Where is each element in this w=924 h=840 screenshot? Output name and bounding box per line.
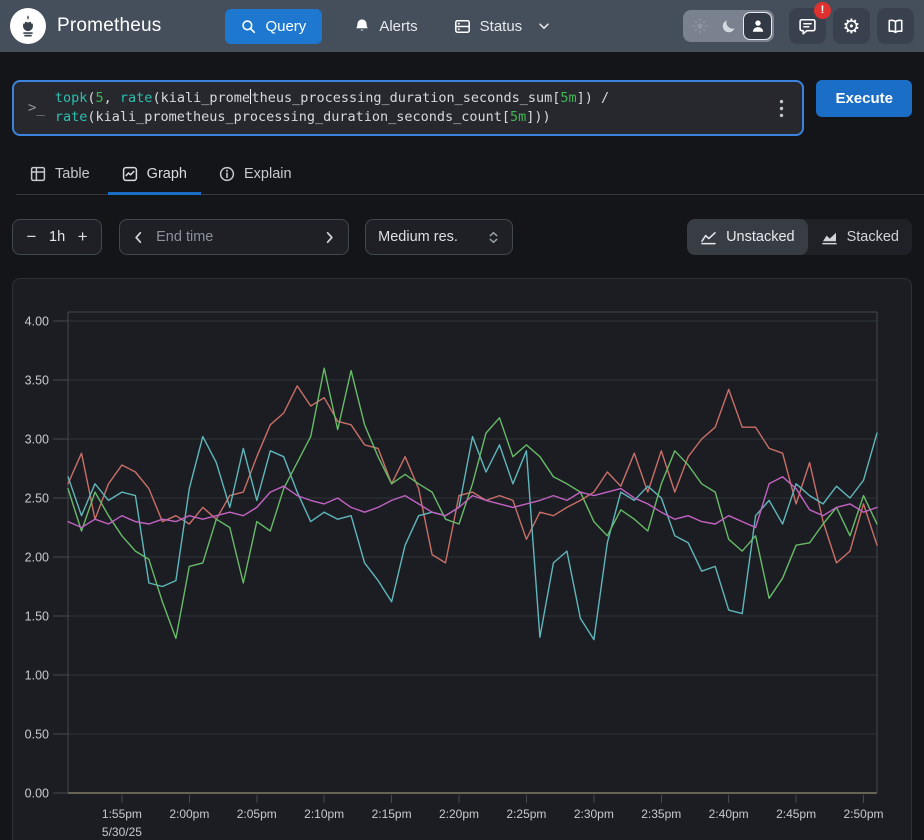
message-icon: [798, 17, 817, 36]
theme-toggle: [683, 10, 774, 42]
nav-status[interactable]: Status: [450, 10, 556, 43]
chevron-right-icon: [322, 230, 337, 245]
x-axis-label: 2:20pm: [439, 807, 479, 821]
nav-query[interactable]: Query: [225, 9, 322, 44]
expression-line-1: topk(5, rate(kiali_prometheus_processing…: [55, 89, 769, 108]
stacked-button[interactable]: Stacked: [808, 219, 912, 255]
y-axis-label: 0.00: [25, 787, 49, 801]
tab-explain[interactable]: Explain: [205, 157, 306, 195]
user-icon: [750, 18, 766, 34]
end-time-back-button[interactable]: [131, 230, 146, 245]
x-axis-label: 1:55pm: [102, 807, 142, 821]
navbar-actions: ! ⚙: [683, 8, 914, 44]
tab-table-label: Table: [55, 166, 90, 182]
time-series-chart[interactable]: 0.00 0.50 1.00 1.50 2.00 2.50 3.00 3.50 4.00 1:55…: [13, 279, 911, 840]
expression-line-2: rate(kiali_prometheus_processing_duratio…: [55, 108, 769, 127]
search-icon: [241, 19, 256, 34]
prompt-icon: >_: [28, 100, 45, 116]
server-icon: [454, 18, 471, 35]
unstacked-chart-icon: [700, 229, 717, 246]
kebab-menu-icon: [779, 99, 784, 118]
nav-alerts[interactable]: Alerts: [350, 10, 421, 43]
book-icon: [886, 17, 905, 36]
docs-button[interactable]: [877, 8, 914, 44]
y-axis-label: 2.50: [25, 492, 49, 506]
y-axis-label: 1.00: [25, 669, 49, 683]
torch-icon: [15, 13, 41, 39]
x-axis-label: 2:30pm: [574, 807, 614, 821]
x-axis-label: 2:15pm: [372, 807, 412, 821]
end-time-placeholder[interactable]: End time: [156, 229, 322, 245]
select-caret-icon: [487, 230, 500, 245]
info-icon: [219, 166, 235, 182]
range-decrease-button[interactable]: −: [17, 221, 46, 253]
table-icon: [30, 166, 46, 182]
execute-button[interactable]: Execute: [816, 80, 912, 117]
range-value[interactable]: 1h: [46, 229, 68, 245]
main-nav: Query Alerts Status: [225, 9, 555, 44]
graph-controls: − 1h + End time Medium res. Un: [0, 219, 924, 255]
x-axis-date-label: 5/30/25: [102, 825, 142, 839]
y-axis-label: 3.50: [25, 374, 49, 388]
theme-dark-button[interactable]: [715, 13, 742, 39]
x-axis-label: 2:45pm: [776, 807, 816, 821]
expression-input[interactable]: >_ topk(5, rate(kiali_prometheus_process…: [12, 80, 804, 136]
bell-icon: [354, 18, 370, 34]
theme-light-button[interactable]: [686, 13, 713, 39]
chevron-left-icon: [131, 230, 146, 245]
settings-button[interactable]: ⚙: [833, 8, 870, 44]
stacking-toggle: Unstacked Stacked: [687, 219, 912, 255]
unstacked-label: Unstacked: [726, 229, 795, 245]
notifications-button[interactable]: !: [789, 8, 826, 44]
resolution-value: Medium res.: [378, 229, 487, 245]
x-axis-label: 2:05pm: [237, 807, 277, 821]
query-section: >_ topk(5, rate(kiali_prometheus_process…: [0, 80, 924, 136]
stacked-chart-icon: [821, 229, 838, 246]
notification-badge: !: [814, 2, 831, 19]
query-options-button[interactable]: [768, 89, 794, 127]
x-axis-label: 2:00pm: [169, 807, 209, 821]
graph-panel: 0.00 0.50 1.00 1.50 2.00 2.50 3.00 3.50 4.00 1:55…: [12, 278, 912, 840]
tab-graph[interactable]: Graph: [108, 157, 201, 195]
series-line-green: [68, 368, 877, 638]
end-time-picker[interactable]: End time: [119, 219, 349, 255]
y-axis-label: 2.00: [25, 551, 49, 565]
tab-graph-label: Graph: [147, 166, 187, 182]
moon-icon: [721, 18, 737, 34]
end-time-forward-button[interactable]: [322, 230, 337, 245]
y-axis-label: 3.00: [25, 433, 49, 447]
brand-title: Prometheus: [57, 15, 161, 37]
gear-icon: ⚙: [843, 16, 861, 36]
unstacked-button[interactable]: Unstacked: [687, 219, 808, 255]
x-axis-label: 2:50pm: [844, 807, 884, 821]
sun-icon: [692, 18, 708, 34]
y-axis-label: 4.00: [25, 315, 49, 329]
navbar: Prometheus Query Alerts Status: [0, 0, 924, 52]
range-selector: − 1h +: [12, 219, 102, 255]
y-axis-label: 1.50: [25, 610, 49, 624]
prometheus-logo[interactable]: [10, 8, 46, 44]
x-axis-label: 2:10pm: [304, 807, 344, 821]
nav-query-label: Query: [265, 18, 306, 35]
stacked-label: Stacked: [847, 229, 899, 245]
range-increase-button[interactable]: +: [68, 221, 97, 253]
tab-explain-label: Explain: [244, 166, 292, 182]
graph-icon: [122, 166, 138, 182]
chevron-down-icon: [537, 19, 551, 33]
tab-table[interactable]: Table: [16, 157, 104, 195]
result-tabs: Table Graph Explain: [16, 157, 924, 195]
x-axis-label: 2:35pm: [641, 807, 681, 821]
x-axis-label: 2:40pm: [709, 807, 749, 821]
resolution-select[interactable]: Medium res.: [365, 219, 513, 255]
x-axis-label: 2:25pm: [506, 807, 546, 821]
theme-auto-button[interactable]: [744, 13, 771, 39]
nav-alerts-label: Alerts: [379, 18, 417, 35]
expression-editor[interactable]: topk(5, rate(kiali_prometheus_processing…: [55, 89, 769, 127]
y-axis-label: 0.50: [25, 728, 49, 742]
nav-status-label: Status: [480, 18, 523, 35]
